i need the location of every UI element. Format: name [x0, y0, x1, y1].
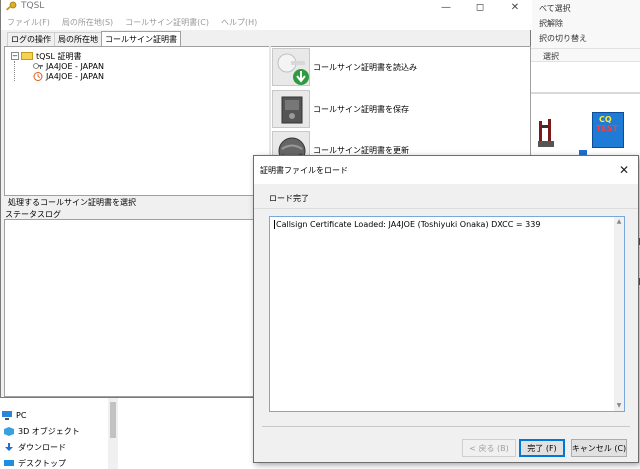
test-icon-text: TEST [596, 124, 619, 133]
load-certificate-dialog: 証明書ファイルをロード ✕ ロード完了 Callsign Certificate… [253, 155, 639, 463]
tree-root-label: tQSL 証明書 [36, 51, 82, 61]
textbox-scrollbar[interactable]: ▲ ▼ [614, 217, 624, 411]
scroll-down-icon[interactable]: ▼ [614, 401, 624, 411]
cq-icon-text: CQ [599, 115, 612, 124]
ribbon-select-all[interactable]: べて選択 [539, 3, 571, 14]
pc-icon [2, 410, 12, 420]
explorer-nav-pane: PC 3D オブジェクト ダウンロード デスクトップ [0, 398, 118, 469]
save-certificate-action[interactable]: コールサイン証明書を保存 [272, 90, 472, 128]
ribbon-group-label: 選択 [543, 52, 559, 61]
explorer-stripe [531, 92, 640, 94]
text-caret [274, 220, 275, 229]
dialog-header-separator [254, 208, 638, 209]
menu-callsign-certificate[interactable]: コールサイン証明書(C) [119, 17, 215, 28]
nav-item-label: ダウンロード [18, 442, 66, 452]
close-button[interactable]: ✕ [498, 0, 532, 15]
desktop-icon [4, 459, 14, 466]
window-title: TQSL [21, 1, 45, 11]
collapse-icon[interactable]: − [11, 52, 19, 60]
menu-bar: ファイル(F) 局の所在地(S) コールサイン証明書(C) ヘルプ(H) [1, 15, 532, 30]
key-icon [6, 1, 17, 11]
tab-station-locations[interactable]: 局の所在地 [54, 32, 102, 46]
tree-item-label: JA4JOE - JAPAN [46, 71, 104, 81]
menu-file[interactable]: ファイル(F) [1, 17, 56, 28]
save-certificate-label: コールサイン証明書を保存 [313, 104, 409, 114]
nav-item-pc[interactable]: PC [2, 408, 26, 422]
dialog-title: 証明書ファイルをロード [260, 166, 348, 175]
renew-certificate-label: コールサイン証明書を更新 [313, 145, 409, 155]
load-certificate-label: コールサイン証明書を読込み [313, 62, 417, 72]
tqsl-titlebar[interactable]: TQSL — ◻ ✕ [1, 0, 532, 15]
nav-item-label: デスクトップ [18, 458, 66, 468]
download-icon [5, 442, 13, 451]
dialog-titlebar[interactable]: 証明書ファイルをロード ✕ [254, 156, 638, 184]
tree-item[interactable]: JA4JOE - JAPAN [11, 61, 104, 71]
dialog-heading: ロード完了 [269, 194, 309, 203]
ribbon-separator [531, 48, 640, 49]
tree-connector [14, 61, 15, 81]
nav-item-downloads[interactable]: ダウンロード [4, 440, 66, 454]
select-certificate-prompt: 処理するコールサイン証明書を選択 [8, 198, 136, 207]
cq-test-file-icon[interactable]: CQ TEST [592, 112, 624, 148]
nav-item-3d-objects[interactable]: 3D オブジェクト [4, 424, 80, 438]
certificate-tree: − tQSL 証明書 JA4JOE - JAPAN JA4JOE - JAPAN [11, 51, 104, 81]
dialog-close-icon[interactable]: ✕ [616, 162, 632, 178]
maximize-button[interactable]: ◻ [463, 0, 497, 15]
nav-scrollbar[interactable] [108, 398, 118, 469]
dialog-button-separator [262, 426, 630, 427]
load-result-text: Callsign Certificate Loaded: JA4JOE (Tos… [276, 220, 541, 229]
nav-scroll-thumb[interactable] [110, 402, 116, 438]
back-button[interactable]: < 戻る (B) [462, 439, 516, 457]
tree-item-label: JA4JOE - JAPAN [46, 61, 104, 71]
tab-log-operations[interactable]: ログの操作 [7, 32, 55, 46]
tree-root[interactable]: − tQSL 証明書 [11, 51, 104, 61]
folder-icon [21, 52, 33, 60]
certificate-load-icon [277, 53, 309, 85]
expiring-certificate-icon [33, 71, 43, 81]
tree-item[interactable]: JA4JOE - JAPAN [11, 71, 104, 81]
nav-item-desktop[interactable]: デスクトップ [4, 456, 66, 469]
load-certificate-button[interactable] [272, 48, 310, 86]
tab-callsign-certificates[interactable]: コールサイン証明書 [101, 31, 181, 46]
scroll-up-icon[interactable]: ▲ [614, 217, 624, 227]
nav-item-label: 3D オブジェクト [18, 426, 80, 436]
finish-button[interactable]: 完了 (F) [519, 439, 565, 457]
certificate-icon [33, 62, 43, 69]
explorer-ribbon: べて選択 択解除 択の切り替え 選択 [531, 0, 640, 62]
minimize-button[interactable]: — [429, 0, 463, 15]
chess-file-icon[interactable] [537, 115, 555, 149]
cancel-button[interactable]: キャンセル (C) [571, 439, 627, 457]
certificate-save-icon [281, 96, 303, 124]
load-result-textbox[interactable]: Callsign Certificate Loaded: JA4JOE (Tos… [269, 216, 625, 412]
ribbon-select-none[interactable]: 択解除 [539, 18, 563, 29]
tab-bar: ログの操作 局の所在地 コールサイン証明書 [7, 31, 181, 46]
nav-item-label: PC [16, 410, 27, 420]
save-certificate-button[interactable] [272, 90, 310, 128]
explorer-lower-area [118, 398, 254, 469]
menu-station-location[interactable]: 局の所在地(S) [56, 17, 119, 28]
ribbon-invert-selection[interactable]: 択の切り替え [539, 33, 587, 44]
3d-objects-icon [4, 426, 14, 436]
load-certificate-action[interactable]: コールサイン証明書を読込み [272, 48, 472, 86]
menu-help[interactable]: ヘルプ(H) [215, 17, 263, 28]
